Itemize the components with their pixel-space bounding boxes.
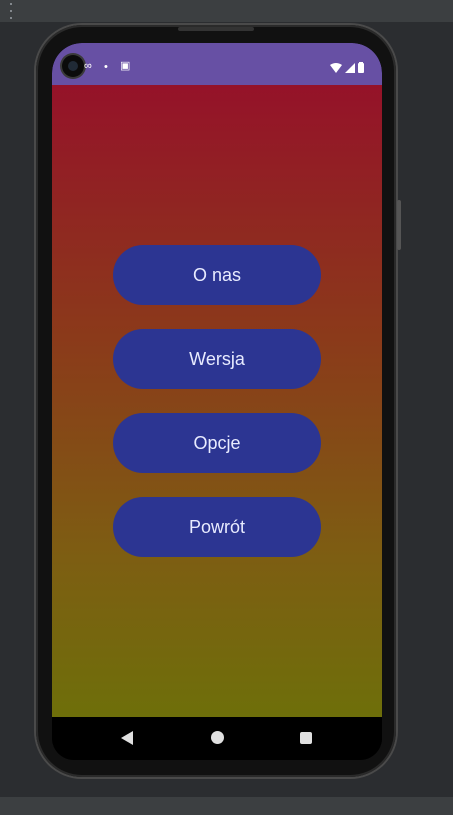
back-button[interactable]: Powrót bbox=[113, 497, 321, 557]
back-icon[interactable] bbox=[121, 731, 133, 745]
battery-icon bbox=[358, 62, 364, 73]
ide-statusbar bbox=[0, 797, 453, 815]
more-options-icon[interactable] bbox=[8, 3, 14, 19]
power-button bbox=[397, 200, 401, 250]
recents-icon[interactable] bbox=[300, 732, 312, 744]
options-button[interactable]: Opcje bbox=[113, 413, 321, 473]
about-button[interactable]: O nas bbox=[113, 245, 321, 305]
device-screen: ∞ • ▣ O nas Wersja Opcje Powrót bbox=[52, 43, 382, 760]
status-bar: ∞ • ▣ bbox=[52, 43, 382, 85]
front-camera bbox=[62, 55, 84, 77]
status-right-icons bbox=[330, 62, 364, 73]
ide-toolbar bbox=[0, 0, 453, 22]
earpiece-speaker bbox=[178, 27, 254, 31]
cast-icon: ▣ bbox=[120, 60, 131, 72]
navigation-bar bbox=[52, 717, 382, 760]
main-content: O nas Wersja Opcje Powrót bbox=[52, 85, 382, 717]
signal-icon bbox=[345, 62, 355, 73]
home-icon[interactable] bbox=[211, 731, 224, 744]
version-button[interactable]: Wersja bbox=[113, 329, 321, 389]
data-saver-icon: ∞ bbox=[84, 60, 92, 72]
wifi-icon bbox=[330, 62, 342, 73]
dot-icon: • bbox=[104, 61, 108, 73]
